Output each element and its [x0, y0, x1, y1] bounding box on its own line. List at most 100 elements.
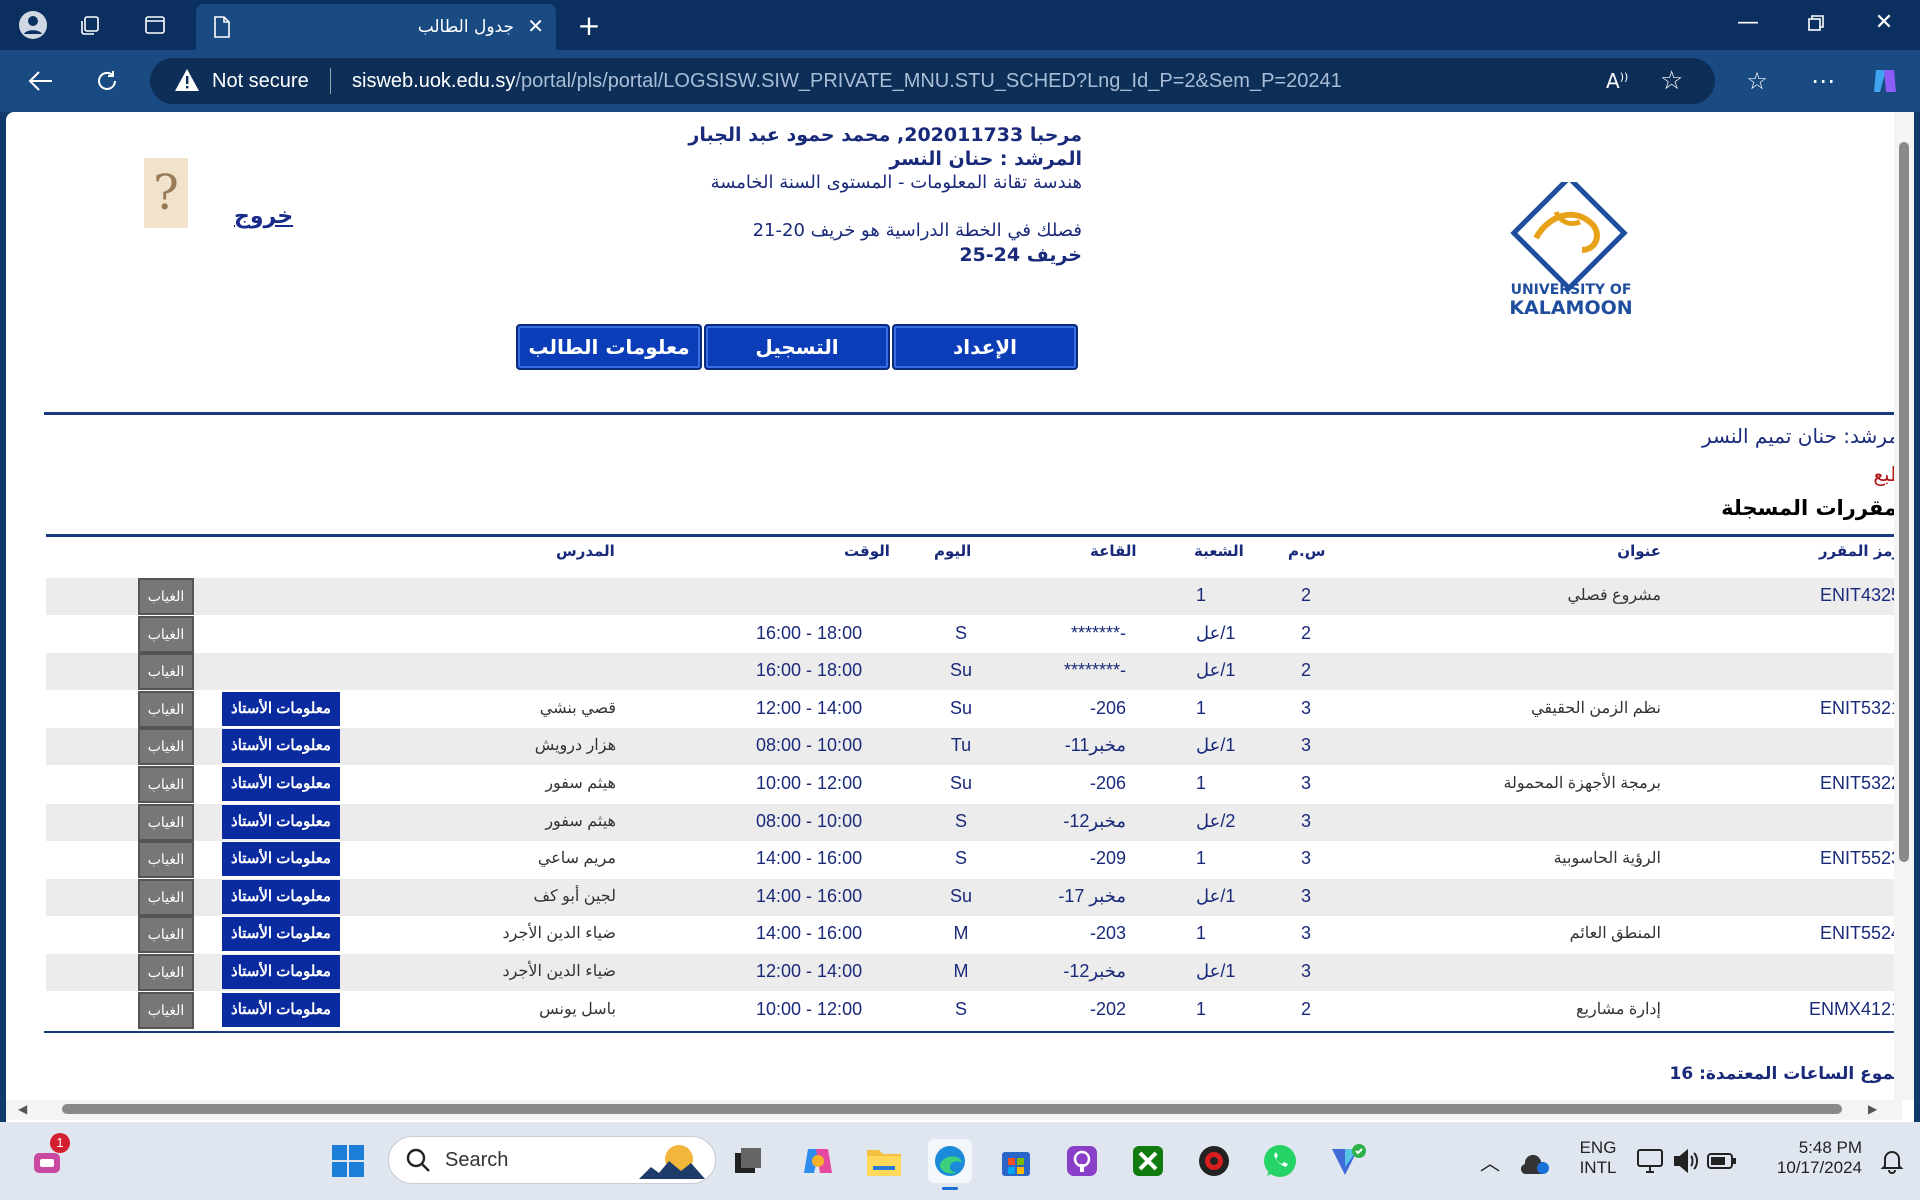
program-text: هندسة تقانة المعلومات - المستوى السنة ال… — [710, 172, 1082, 193]
table-row: 3 2/عل مخبر12- S 08:00 - 10:00 هيثم سفور معلوم… — [46, 804, 1901, 841]
absence-button[interactable]: الغياب — [138, 728, 194, 765]
absence-button[interactable]: الغياب — [138, 916, 194, 953]
absence-button[interactable]: الغياب — [138, 804, 194, 841]
credit-hours: 3 — [1301, 848, 1312, 868]
close-window-icon[interactable]: ✕ — [1864, 10, 1904, 40]
instructor-info-button[interactable]: معلومات الأستاذ — [222, 955, 340, 989]
instructor-info-button[interactable]: معلومات الأستاذ — [222, 880, 340, 914]
absence-button[interactable]: الغياب — [138, 766, 194, 803]
day: Su — [949, 660, 973, 680]
system-clock[interactable]: 5:48 PM 10/17/2024 — [1752, 1138, 1862, 1178]
credit-hours: 2 — [1301, 585, 1312, 605]
course-code: ENIT4325 — [1819, 585, 1901, 605]
workspaces-icon[interactable] — [74, 8, 108, 42]
absence-button[interactable]: الغياب — [138, 616, 194, 653]
network-location-icon[interactable] — [1514, 1139, 1558, 1183]
close-tab-icon[interactable]: ✕ — [527, 14, 544, 38]
advisor-full: لمرشد: حنان تميم النسر — [1702, 424, 1906, 448]
absence-button[interactable]: الغياب — [138, 841, 194, 878]
start-icon[interactable] — [326, 1139, 370, 1183]
xbox-icon[interactable] — [1126, 1139, 1170, 1183]
favorites-icon[interactable]: ☆ — [1740, 64, 1774, 98]
setup-button[interactable]: الإعداد — [892, 324, 1078, 370]
absence-button[interactable]: الغياب — [138, 954, 194, 991]
file-explorer-icon[interactable] — [862, 1139, 906, 1183]
scroll-right-icon[interactable]: ▶ — [1868, 1102, 1877, 1116]
horizontal-scroll-thumb[interactable] — [62, 1104, 1842, 1114]
not-secure-label[interactable]: Not secure — [212, 70, 309, 93]
copilot-icon[interactable] — [1868, 64, 1902, 98]
new-tab-icon[interactable]: + — [572, 8, 606, 42]
refresh-icon[interactable] — [90, 64, 124, 98]
header-section: الشعبة — [1194, 542, 1244, 560]
section: 1/عل — [1196, 735, 1236, 755]
absence-button[interactable]: الغياب — [138, 992, 194, 1029]
logout-link[interactable]: خروج — [234, 204, 293, 229]
scroll-left-icon[interactable]: ◀ — [18, 1102, 27, 1116]
clock-date: 10/17/2024 — [1776, 1158, 1862, 1177]
student-info-button[interactable]: معلومات الطالب — [516, 324, 702, 370]
table-row: 2 1/عل -******** Su 16:00 - 18:00 الغياب — [46, 653, 1901, 690]
minimize-icon[interactable]: — — [1728, 10, 1768, 40]
address-bar[interactable]: Not secure sisweb.uok.edu.sy/portal/pls/… — [150, 58, 1715, 104]
profile-icon[interactable] — [16, 8, 50, 42]
copilot-taskbar-icon[interactable] — [796, 1139, 840, 1183]
logo-text-2: KALAMOON — [1509, 297, 1632, 319]
task-view-icon[interactable] — [726, 1139, 770, 1183]
edge-browser-icon[interactable] — [928, 1139, 972, 1190]
absence-button[interactable]: الغياب — [138, 691, 194, 728]
instructor-name: هيثم سفور — [545, 813, 616, 830]
instructor-info-button[interactable]: معلومات الأستاذ — [222, 692, 340, 726]
divider — [44, 1031, 1899, 1033]
url-path: /portal/pls/portal/LOGSISW.SIW_PRIVATE_M… — [515, 70, 1342, 92]
back-icon[interactable] — [24, 64, 58, 98]
table-row: ENIT5524 المنطق العائم 3 1 203- M 14:00 - 16:0… — [46, 916, 1901, 953]
instructor-info-button[interactable]: معلومات الأستاذ — [222, 729, 340, 763]
podcast-app-icon[interactable] — [1060, 1139, 1104, 1183]
day: S — [954, 848, 967, 868]
absence-button[interactable]: الغياب — [138, 879, 194, 916]
favorite-star-icon[interactable]: ☆ — [1660, 66, 1683, 96]
time: 08:00 - 10:00 — [756, 735, 863, 755]
absence-button[interactable]: الغياب — [138, 578, 194, 615]
credit-hours: 3 — [1301, 773, 1312, 793]
time: 08:00 - 10:00 — [756, 811, 863, 831]
read-aloud-icon[interactable]: A)) — [1606, 69, 1628, 93]
restore-icon[interactable] — [1796, 10, 1836, 40]
security-app-icon[interactable] — [1192, 1139, 1236, 1183]
whatsapp-icon[interactable] — [1258, 1139, 1302, 1183]
table-row: 3 1/عل مخبر11- Tu 08:00 - 10:00 هزار درويش معل… — [46, 728, 1901, 765]
credit-hours: 3 — [1301, 923, 1312, 943]
language-indicator[interactable]: ENG INTL — [1576, 1138, 1620, 1178]
instructor-info-button[interactable]: معلومات الأستاذ — [222, 767, 340, 801]
horizontal-scrollbar[interactable]: ◀ ▶ — [6, 1100, 1902, 1120]
total-value: 16 — [1669, 1064, 1694, 1084]
chevron-up-icon[interactable]: ︿ — [1468, 1139, 1512, 1183]
warning-icon[interactable] — [174, 68, 200, 96]
instructor-info-button[interactable]: معلومات الأستاذ — [222, 993, 340, 1027]
browser-tab[interactable]: جدول الطالب ✕ — [196, 4, 556, 50]
tab-actions-icon[interactable] — [138, 8, 172, 42]
course-title: المنطق العائم — [1569, 925, 1661, 942]
widgets-icon[interactable]: 1 — [26, 1133, 70, 1183]
registered-courses-title: لمقررات المسجلة — [1721, 496, 1906, 520]
store-icon[interactable] — [994, 1139, 1038, 1183]
vpn-app-icon[interactable] — [1326, 1139, 1370, 1183]
instructor-info-button[interactable]: معلومات الأستاذ — [222, 917, 340, 951]
table-row: 3 1/عل مخبر12- M 12:00 - 14:00 ضياء الدين الأ… — [46, 954, 1901, 991]
more-options-icon[interactable]: ⋯ — [1806, 64, 1840, 98]
instructor-info-button[interactable]: معلومات الأستاذ — [222, 842, 340, 876]
table-row: 3 1/عل مخبر 17- Su 14:00 - 16:00 لجين أبو كف م… — [46, 879, 1901, 916]
table-row: ENIT5523 الرؤية الحاسوبية 3 1 209- S 14:00 - 1… — [46, 841, 1901, 878]
battery-icon[interactable] — [1700, 1139, 1744, 1183]
taskbar-search[interactable]: Search — [388, 1136, 716, 1184]
notifications-icon[interactable] — [1870, 1139, 1914, 1183]
absence-button[interactable]: الغياب — [138, 653, 194, 690]
registration-button[interactable]: التسجيل — [704, 324, 890, 370]
instructor-info-button[interactable]: معلومات الأستاذ — [222, 805, 340, 839]
section: 1 — [1196, 848, 1207, 868]
vertical-scroll-thumb[interactable] — [1899, 142, 1909, 862]
instructor-name: باسل يونس — [539, 1001, 616, 1018]
vertical-scrollbar[interactable] — [1894, 112, 1914, 1100]
url-text[interactable]: sisweb.uok.edu.sy/portal/pls/portal/LOGS… — [352, 70, 1342, 93]
